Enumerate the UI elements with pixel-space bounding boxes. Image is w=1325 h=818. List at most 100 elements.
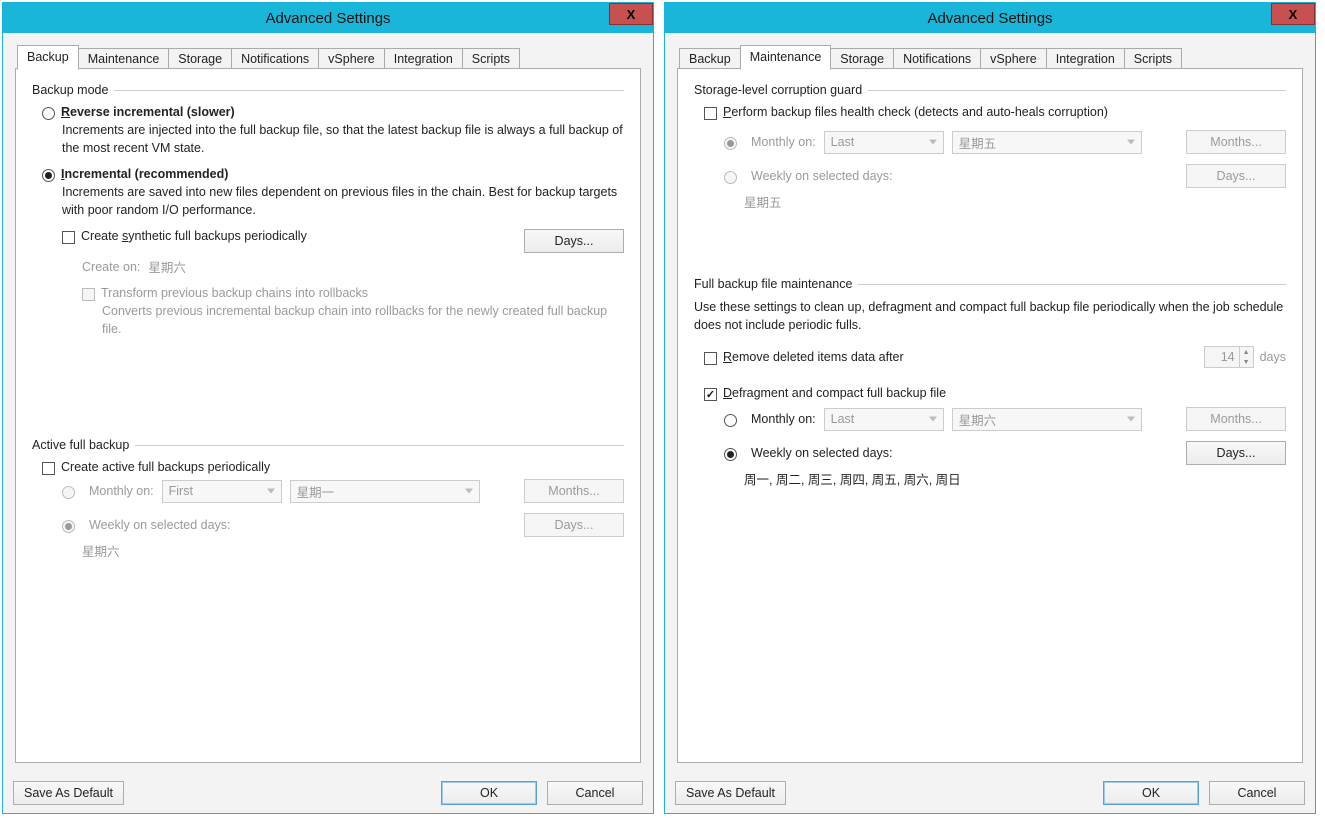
select-maint-monthly-day: 星期六 (952, 408, 1142, 431)
spinner-remove-days: 14 ▲▼ (1204, 346, 1254, 368)
section-title: Storage-level corruption guard (694, 83, 868, 97)
opt-synthetic[interactable]: Create synthetic full backups periodical… (62, 229, 624, 253)
tab-maintenance[interactable]: Maintenance (78, 48, 170, 69)
desc-reverse: Increments are injected into the full ba… (62, 122, 624, 157)
section-title: Full backup file maintenance (694, 277, 858, 291)
tab-body-backup: Backup mode Reverse incremental (slower)… (15, 68, 641, 763)
row-monthly-active: Monthly on: First 星期一 Months... (62, 479, 624, 503)
checkbox-active-full[interactable] (42, 462, 55, 475)
close-icon: X (627, 7, 636, 22)
label-defrag: Defragment and compact full backup file (723, 386, 946, 400)
row-weekly-active: Weekly on selected days: Days... (62, 513, 624, 537)
content: Backup Maintenance Storage Notifications… (665, 33, 1315, 775)
tab-vsphere[interactable]: vSphere (318, 48, 385, 69)
tab-integration[interactable]: Integration (1046, 48, 1125, 69)
ok-button[interactable]: OK (441, 781, 537, 805)
select-maint-monthly-pos: Last (824, 408, 944, 431)
label-maint-weekly: Weekly on selected days: (751, 446, 893, 460)
label-synthetic: Create synthetic full backups periodical… (81, 229, 307, 243)
radio-reverse[interactable] (42, 107, 55, 120)
label-days-suffix: days (1260, 350, 1286, 364)
section-title: Active full backup (32, 438, 135, 452)
save-as-default-button[interactable]: Save As Default (675, 781, 786, 805)
section-backup-mode: Backup mode (32, 83, 624, 97)
section-rule (858, 284, 1286, 285)
checkbox-health-check[interactable] (704, 107, 717, 120)
row-guard-weekly: Weekly on selected days: Days... (724, 164, 1286, 188)
tab-backup[interactable]: Backup (679, 48, 741, 69)
tab-notifications[interactable]: Notifications (231, 48, 319, 69)
cancel-button[interactable]: Cancel (547, 781, 643, 805)
label-health-check: Perform backup files health check (detec… (723, 105, 1108, 119)
opt-reverse-incremental[interactable]: Reverse incremental (slower) (42, 105, 624, 120)
save-as-default-button[interactable]: Save As Default (13, 781, 124, 805)
select-guard-monthly-day: 星期五 (952, 131, 1142, 154)
section-full-maint: Full backup file maintenance (694, 277, 1286, 291)
label-monthly-active: Monthly on: (89, 484, 154, 498)
opt-incremental[interactable]: Incremental (recommended) (42, 167, 624, 182)
maint-weekly-value: 周一, 周二, 周三, 周四, 周五, 周六, 周日 (744, 469, 1286, 488)
label-weekly-active: Weekly on selected days: (89, 518, 231, 532)
section-rule (135, 445, 624, 446)
opt-transform: Transform previous backup chains into ro… (82, 286, 624, 301)
desc-incremental: Increments are saved into new files depe… (62, 184, 624, 219)
radio-maint-weekly[interactable] (724, 448, 737, 461)
close-button[interactable]: X (609, 3, 653, 25)
create-on-value: 星期六 (148, 257, 186, 276)
footer: Save As Default OK Cancel (3, 775, 653, 813)
radio-guard-weekly (724, 171, 737, 184)
days-button-active: Days... (524, 513, 624, 537)
create-on-label: Create on: (82, 260, 140, 274)
tab-storage[interactable]: Storage (168, 48, 232, 69)
tab-backup[interactable]: Backup (17, 45, 79, 70)
window-backup: Advanced Settings X Backup Maintenance S… (2, 2, 654, 814)
label-active-full: Create active full backups periodically (61, 460, 270, 474)
tab-integration[interactable]: Integration (384, 48, 463, 69)
weekly-value-active: 星期六 (82, 541, 624, 560)
row-maint-monthly[interactable]: Monthly on: Last 星期六 Months... (724, 407, 1286, 431)
tab-maintenance[interactable]: Maintenance (740, 45, 832, 70)
radio-incremental[interactable] (42, 169, 55, 182)
months-button-guard: Months... (1186, 130, 1286, 154)
label-transform: Transform previous backup chains into ro… (101, 286, 368, 300)
tab-body-maintenance: Storage-level corruption guard Perform b… (677, 68, 1303, 763)
row-guard-monthly: Monthly on: Last 星期五 Months... (724, 130, 1286, 154)
tab-storage[interactable]: Storage (830, 48, 894, 69)
radio-maint-monthly[interactable] (724, 414, 737, 427)
tab-scripts[interactable]: Scripts (462, 48, 520, 69)
opt-remove-deleted[interactable]: Remove deleted items data after 14 ▲▼ da… (704, 346, 1286, 368)
radio-monthly-active (62, 486, 75, 499)
section-active-full: Active full backup (32, 438, 624, 452)
guard-weekly-value: 星期五 (744, 192, 1286, 211)
checkbox-defrag[interactable] (704, 388, 717, 401)
window-maintenance: Advanced Settings X Backup Maintenance S… (664, 2, 1316, 814)
tab-scripts[interactable]: Scripts (1124, 48, 1182, 69)
footer: Save As Default OK Cancel (665, 775, 1315, 813)
section-corruption-guard: Storage-level corruption guard (694, 83, 1286, 97)
days-button-synthetic[interactable]: Days... (524, 229, 624, 253)
cancel-button[interactable]: Cancel (1209, 781, 1305, 805)
radio-weekly-active (62, 520, 75, 533)
tab-vsphere[interactable]: vSphere (980, 48, 1047, 69)
row-maint-weekly[interactable]: Weekly on selected days: Days... (724, 441, 1286, 465)
close-button[interactable]: X (1271, 3, 1315, 25)
checkbox-remove-deleted[interactable] (704, 352, 717, 365)
tabstrip: Backup Maintenance Storage Notifications… (15, 45, 641, 69)
label-remove-deleted: Remove deleted items data after (723, 350, 904, 364)
window-title: Advanced Settings (3, 10, 653, 27)
days-button-guard: Days... (1186, 164, 1286, 188)
opt-perform-health-check[interactable]: Perform backup files health check (detec… (704, 105, 1286, 120)
label-reverse: Reverse incremental (slower) (61, 105, 235, 119)
months-button-maint: Months... (1186, 407, 1286, 431)
tab-notifications[interactable]: Notifications (893, 48, 981, 69)
months-button-active: Months... (524, 479, 624, 503)
days-button-maint[interactable]: Days... (1186, 441, 1286, 465)
opt-defrag[interactable]: Defragment and compact full backup file (704, 386, 1286, 401)
titlebar: Advanced Settings X (665, 3, 1315, 33)
opt-create-active-full[interactable]: Create active full backups periodically (42, 460, 624, 475)
ok-button[interactable]: OK (1103, 781, 1199, 805)
maint-intro: Use these settings to clean up, defragme… (694, 299, 1286, 334)
section-rule (114, 90, 624, 91)
close-icon: X (1289, 7, 1298, 22)
checkbox-synthetic[interactable] (62, 231, 75, 244)
